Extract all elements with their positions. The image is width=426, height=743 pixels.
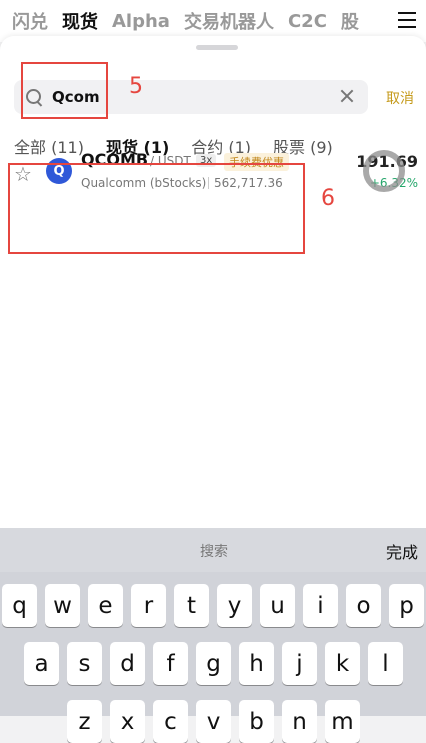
nav-item-stocks[interactable]: 股 [341, 8, 359, 34]
nav-item-c2c[interactable]: C2C [288, 11, 327, 32]
key-v[interactable]: v [196, 700, 231, 743]
clear-icon[interactable] [340, 89, 354, 103]
annotation-number-6: 6 [321, 186, 335, 211]
key-k[interactable]: k [325, 642, 360, 685]
keyboard-search-label: 搜索 [200, 544, 228, 560]
nav-item-spot[interactable]: 现货 [62, 8, 98, 34]
annotation-box-search [21, 62, 108, 119]
key-f[interactable]: f [153, 642, 188, 685]
key-b[interactable]: b [239, 700, 274, 743]
cancel-button[interactable]: 取消 [386, 88, 414, 108]
key-m[interactable]: m [325, 700, 360, 743]
key-i[interactable]: i [303, 584, 338, 627]
annotation-number-5: 5 [129, 74, 143, 99]
key-h[interactable]: h [239, 642, 274, 685]
top-nav-items: 闪兑 现货 Alpha 交易机器人 C2C 股 [0, 8, 359, 34]
menu-icon[interactable] [398, 12, 416, 33]
key-e[interactable]: e [88, 584, 123, 627]
key-s[interactable]: s [67, 642, 102, 685]
key-a[interactable]: a [24, 642, 59, 685]
key-g[interactable]: g [196, 642, 231, 685]
key-c[interactable]: c [153, 700, 188, 743]
keyboard: q w e r t y u i o p a s d f g h j k l z … [0, 572, 426, 743]
annotation-box-result [8, 163, 305, 254]
key-y[interactable]: y [217, 584, 252, 627]
key-n[interactable]: n [282, 700, 317, 743]
key-p[interactable]: p [389, 584, 424, 627]
key-x[interactable]: x [110, 700, 145, 743]
key-r[interactable]: r [131, 584, 166, 627]
key-l[interactable]: l [368, 642, 403, 685]
nav-item-alpha[interactable]: Alpha [112, 11, 170, 32]
key-u[interactable]: u [260, 584, 295, 627]
nav-item-swap[interactable]: 闪兑 [12, 8, 48, 34]
key-q[interactable]: q [2, 584, 37, 627]
keyboard-toolbar: 搜索 完成 [0, 528, 426, 572]
sheet-grabber[interactable] [196, 45, 238, 50]
loading-spinner-icon [363, 150, 405, 192]
key-d[interactable]: d [110, 642, 145, 685]
key-t[interactable]: t [174, 584, 209, 627]
key-o[interactable]: o [346, 584, 381, 627]
keyboard-done-button[interactable]: 完成 [386, 539, 418, 563]
key-j[interactable]: j [282, 642, 317, 685]
nav-item-bots[interactable]: 交易机器人 [184, 8, 274, 34]
key-z[interactable]: z [67, 700, 102, 743]
key-w[interactable]: w [45, 584, 80, 627]
